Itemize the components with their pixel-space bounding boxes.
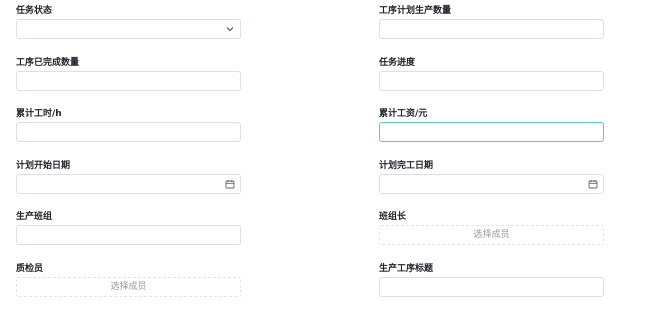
completed-qty-label: 工序已完成数量 (16, 58, 80, 68)
qc-inspector-label: 质检员 (16, 264, 44, 274)
planned-qty-input[interactable] (379, 19, 604, 39)
cumulative-wage-label: 累计工资/元 (379, 109, 428, 119)
plan-end-date-picker[interactable] (379, 174, 604, 194)
cumulative-hours-label: 累计工时/h (16, 109, 62, 119)
cumulative-wage-input[interactable] (379, 122, 604, 142)
plan-end-date-label: 计划完工日期 (379, 161, 434, 171)
chevron-down-icon (225, 24, 235, 34)
qc-inspector-member-picker[interactable]: 选择成员 (16, 277, 241, 297)
task-progress-label: 任务进度 (379, 58, 416, 68)
production-team-input[interactable] (16, 225, 241, 245)
task-status-label: 任务状态 (16, 6, 53, 16)
team-leader-member-picker[interactable]: 选择成员 (379, 225, 604, 245)
calendar-icon[interactable] (588, 179, 598, 189)
process-title-label: 生产工序标题 (379, 264, 434, 274)
team-leader-placeholder: 选择成员 (473, 230, 510, 240)
plan-start-date-label: 计划开始日期 (16, 161, 71, 171)
task-progress-input[interactable] (379, 71, 604, 91)
team-leader-label: 班组长 (379, 212, 407, 222)
calendar-icon[interactable] (225, 179, 235, 189)
planned-qty-label: 工序计划生产数量 (379, 6, 452, 16)
cumulative-hours-input[interactable] (16, 122, 241, 142)
task-status-select[interactable] (16, 19, 241, 39)
qc-inspector-placeholder: 选择成员 (110, 282, 147, 292)
production-team-label: 生产班组 (16, 212, 53, 222)
completed-qty-input[interactable] (16, 71, 241, 91)
plan-start-date-picker[interactable] (16, 174, 241, 194)
process-title-input[interactable] (379, 277, 604, 297)
